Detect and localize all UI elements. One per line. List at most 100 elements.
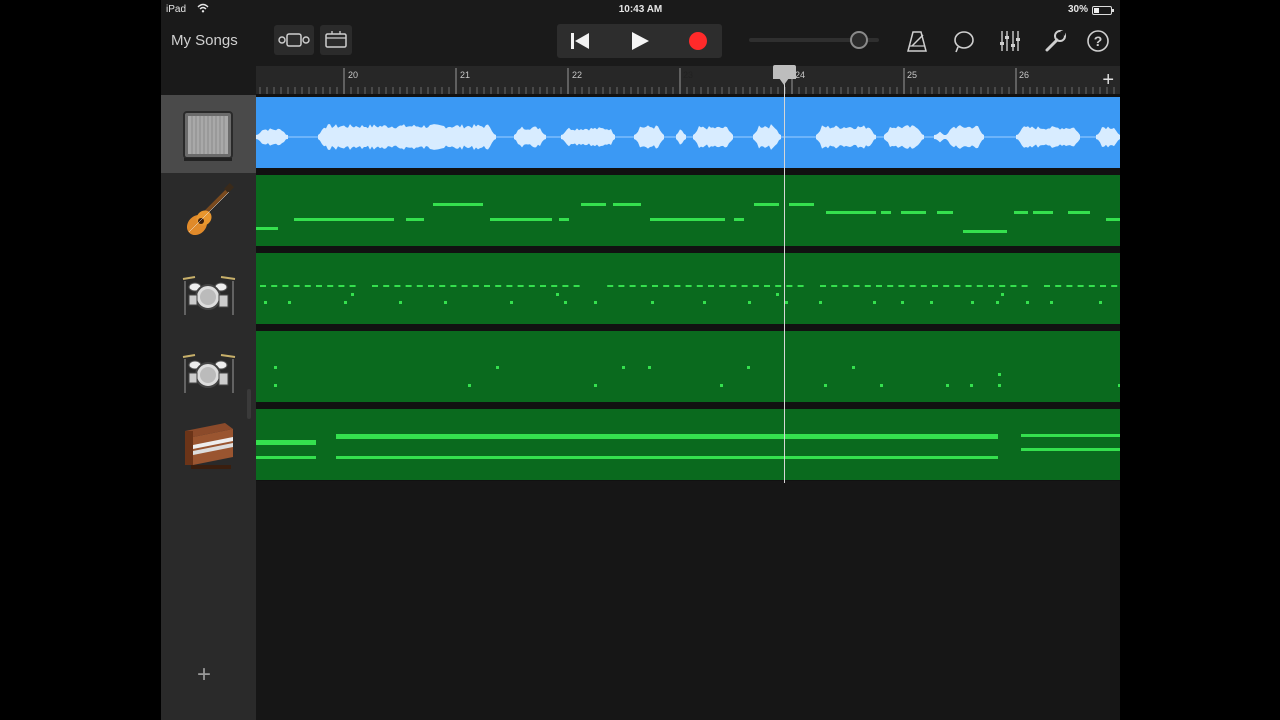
drum-hit: [622, 366, 625, 369]
organ-note: [256, 440, 316, 445]
my-songs-button[interactable]: My Songs: [171, 32, 238, 49]
add-section-button[interactable]: +: [1102, 70, 1114, 90]
drum-hit: [506, 285, 513, 287]
drum-hit: [1099, 301, 1102, 304]
drum-hit: [510, 301, 513, 304]
track-header-amp[interactable]: [161, 95, 256, 173]
organ-note: [1021, 448, 1120, 451]
drum-hit: [1021, 285, 1028, 287]
midi-region-drums-1[interactable]: [256, 253, 1120, 324]
settings-wrench-icon[interactable]: [1043, 28, 1069, 54]
drum-hit: [288, 301, 291, 304]
track-header-drums-1[interactable]: [161, 251, 256, 329]
drum-kit-icon: [182, 354, 236, 393]
drum-hit: [594, 384, 597, 387]
drum-hit: [484, 285, 490, 287]
drum-hit: [853, 285, 860, 287]
drum-hit: [1001, 293, 1004, 296]
rewind-icon[interactable]: [569, 32, 591, 50]
track-view-button[interactable]: [274, 25, 314, 55]
drum-hit: [685, 285, 692, 287]
resize-handle[interactable]: [247, 389, 251, 419]
drum-hit: [785, 301, 788, 304]
waveform-segment: [514, 126, 546, 148]
drum-hit: [260, 285, 266, 287]
metronome-icon[interactable]: [904, 28, 930, 54]
timeline-ruler[interactable]: 20 21 22 23 24 25 26 +: [256, 66, 1120, 95]
drum-hit: [901, 301, 904, 304]
drum-hit: [405, 285, 412, 287]
drum-hit: [920, 285, 927, 287]
drum-hit: [663, 285, 670, 287]
drum-hit: [719, 285, 726, 287]
guitar-note: [789, 203, 814, 206]
drum-hit: [394, 285, 401, 287]
drum-hit: [824, 384, 827, 387]
track-header-drums-2[interactable]: [161, 329, 256, 407]
play-icon[interactable]: [630, 31, 650, 51]
drum-hit: [351, 293, 354, 296]
drum-hit: [1100, 285, 1106, 287]
drum-hit: [444, 301, 447, 304]
bar-label: 22: [572, 70, 583, 80]
drum-hit: [304, 285, 311, 287]
drum-hit: [274, 384, 277, 387]
add-track-button[interactable]: +: [197, 661, 211, 689]
drum-hit: [1050, 301, 1053, 304]
browser-button[interactable]: [320, 25, 352, 55]
midi-region-drums-2[interactable]: [256, 331, 1120, 402]
drum-hit: [607, 285, 614, 287]
drum-hit: [880, 384, 883, 387]
help-icon[interactable]: ?: [1085, 28, 1111, 54]
drum-hit: [786, 285, 793, 287]
drum-hit: [540, 285, 546, 287]
empty-track-area[interactable]: [256, 481, 1120, 720]
drum-hit: [1044, 285, 1050, 287]
guitar-note: [734, 218, 744, 221]
drum-hit: [998, 384, 1001, 387]
drum-hit: [1055, 285, 1062, 287]
record-icon[interactable]: [689, 32, 707, 50]
playhead-handle[interactable]: [773, 65, 796, 85]
bar-label: 20: [348, 70, 359, 80]
drum-hit: [708, 285, 714, 287]
drum-hit: [898, 285, 905, 287]
drum-hit: [999, 285, 1006, 287]
drum-hit: [764, 285, 770, 287]
drum-hit: [428, 285, 434, 287]
volume-slider-knob[interactable]: [850, 31, 868, 49]
playhead[interactable]: [773, 65, 796, 483]
loop-icon[interactable]: [951, 28, 977, 54]
drum-hit: [640, 285, 647, 287]
mixer-icon[interactable]: [997, 28, 1023, 54]
drum-hit: [998, 373, 1001, 376]
drum-hit: [648, 366, 651, 369]
guitar-note: [826, 211, 876, 214]
guitar-note: [256, 227, 278, 230]
drum-hit: [965, 285, 972, 287]
waveform-segment: [256, 128, 288, 146]
waveform-segment: [676, 129, 686, 145]
track-header-guitar[interactable]: [161, 173, 256, 251]
status-bar: iPad 10:43 AM 30%: [161, 0, 1120, 20]
drum-hit: [564, 301, 567, 304]
drum-hit: [748, 301, 751, 304]
guitar-note: [754, 203, 779, 206]
drum-hit: [873, 301, 876, 304]
guitar-note: [433, 203, 483, 206]
drum-hit: [282, 285, 289, 287]
drum-hit: [468, 384, 471, 387]
drum-hit: [996, 301, 999, 304]
track-header-organ[interactable]: [161, 407, 256, 485]
drum-hit: [338, 285, 345, 287]
drum-hit: [876, 285, 882, 287]
audio-region[interactable]: [256, 97, 1120, 168]
acoustic-guitar-icon: [186, 183, 234, 236]
bar-label: 21: [460, 70, 471, 80]
drum-hit: [775, 285, 782, 287]
drum-hit: [674, 285, 681, 287]
midi-region-organ[interactable]: [256, 409, 1120, 480]
drum-hit: [864, 285, 871, 287]
drum-hit: [496, 366, 499, 369]
midi-region-guitar[interactable]: [256, 175, 1120, 246]
